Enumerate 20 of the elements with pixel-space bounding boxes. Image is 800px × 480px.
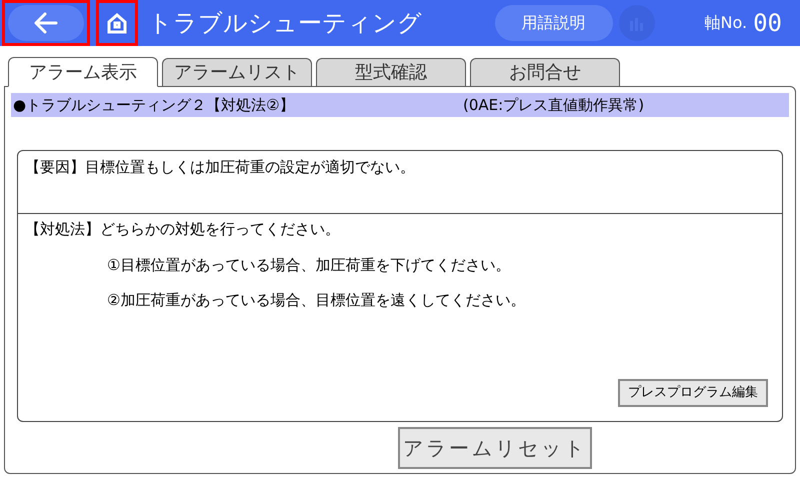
back-arrow-icon: [34, 12, 58, 34]
axis-label: 軸No.: [704, 12, 748, 34]
edit-program-button[interactable]: プレスプログラム編集: [618, 379, 768, 407]
window-title: トラブルシューティング: [148, 8, 422, 39]
alarm-reset-button[interactable]: アラームリセット: [398, 427, 592, 469]
glossary-button[interactable]: 用語説明: [494, 5, 613, 41]
home-icon: [106, 12, 128, 34]
remedy-intro: 【対処法】どちらかの対処を行ってください。: [25, 219, 341, 240]
tab[interactable]: アラームリスト: [162, 58, 312, 86]
home-button[interactable]: [96, 0, 138, 46]
remedy-step: ②加圧荷重があっている場合、目標位置を遠くしてください。: [107, 289, 775, 312]
cause-text: 【要因】目標位置もしくは加圧荷重の設定が適切でない。: [25, 158, 415, 176]
axis-number: 00: [753, 8, 782, 39]
back-button[interactable]: [2, 0, 90, 46]
tab[interactable]: 型式確認: [316, 58, 466, 86]
tab[interactable]: アラーム表示: [8, 57, 158, 87]
alarm-title: ●トラブルシューティング２【対処法②】: [13, 94, 296, 116]
alarm-code: (0AE:プレス直値動作異常): [463, 94, 644, 116]
tab[interactable]: お問合せ: [470, 58, 620, 86]
remedy-step: ①目標位置があっている場合、加圧荷重を下げてください。: [107, 254, 775, 276]
